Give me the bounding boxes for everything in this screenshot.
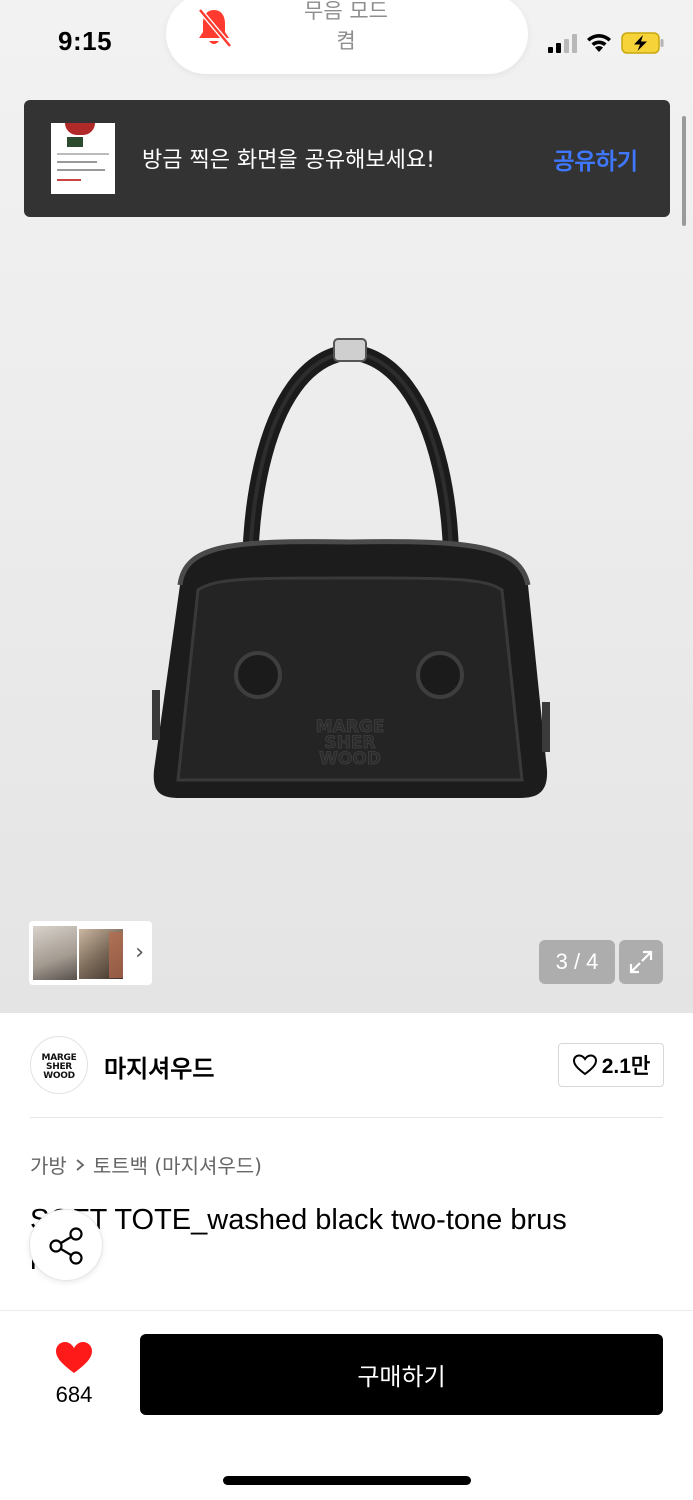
- svg-text:WOOD: WOOD: [319, 749, 381, 769]
- screenshot-thumbnail: [51, 123, 115, 194]
- wishlist-button[interactable]: 684: [44, 1340, 104, 1410]
- screenshot-share-toast: 방금 찍은 화면을 공유해보세요! 공유하기: [24, 100, 670, 217]
- share-icon: [49, 1227, 83, 1265]
- heart-filled-icon: [56, 1342, 92, 1373]
- battery-charging-icon: [621, 32, 664, 54]
- share-now-button[interactable]: 공유하기: [553, 142, 638, 176]
- divider: [30, 1117, 663, 1118]
- breadcrumb-subcategory[interactable]: 토트백 (마지셔우드): [93, 1150, 262, 1179]
- status-icons: [548, 30, 665, 56]
- chevron-right-icon: ›: [135, 940, 144, 965]
- buy-button[interactable]: 구매하기: [140, 1334, 663, 1415]
- bell-slash-icon: [198, 8, 232, 48]
- image-counter: 3 / 4: [539, 940, 615, 984]
- breadcrumb-category[interactable]: 가방: [30, 1150, 67, 1179]
- chevron-right-icon: [76, 1158, 85, 1171]
- brand-logo-line3: WOOD: [43, 1071, 75, 1081]
- heart-outline-icon: [572, 1054, 597, 1076]
- product-image-bag: MARGE SHER WOOD: [152, 338, 550, 798]
- status-time: 9:15: [58, 26, 113, 56]
- toast-message: 방금 찍은 화면을 공유해보세요!: [142, 148, 435, 173]
- silent-mode-island: 무음 모드 켬: [166, 0, 528, 74]
- style-thumbnail-3: [109, 932, 123, 978]
- brand-like-count: 2.1만: [601, 1055, 651, 1078]
- scroll-indicator: [682, 116, 686, 226]
- brand-name[interactable]: 마지셔우드: [104, 1049, 214, 1084]
- expand-icon: [629, 950, 653, 974]
- silent-mode-text: 무음 모드 켬: [286, 0, 406, 56]
- wifi-icon: [587, 34, 611, 52]
- product-title: SOFT TOTE_washed black two-tone brus: [30, 1204, 567, 1236]
- divider: [0, 1310, 693, 1311]
- share-button[interactable]: [29, 1209, 103, 1281]
- brand-like-button[interactable]: 2.1만: [558, 1043, 664, 1087]
- cellular-signal-icon: [548, 33, 577, 53]
- wishlist-count: 684: [55, 1382, 93, 1407]
- home-indicator[interactable]: [223, 1476, 471, 1485]
- style-thumbnails-button[interactable]: ›: [29, 921, 152, 985]
- expand-button[interactable]: [619, 940, 663, 984]
- brand-logo[interactable]: MARGE SHER WOOD: [30, 1036, 88, 1094]
- silent-mode-line2: 켬: [336, 29, 356, 53]
- silent-mode-line1: 무음 모드: [304, 0, 388, 23]
- breadcrumb: 가방 토트백 (마지셔우드): [30, 1150, 262, 1179]
- style-thumbnail-1: [33, 926, 77, 980]
